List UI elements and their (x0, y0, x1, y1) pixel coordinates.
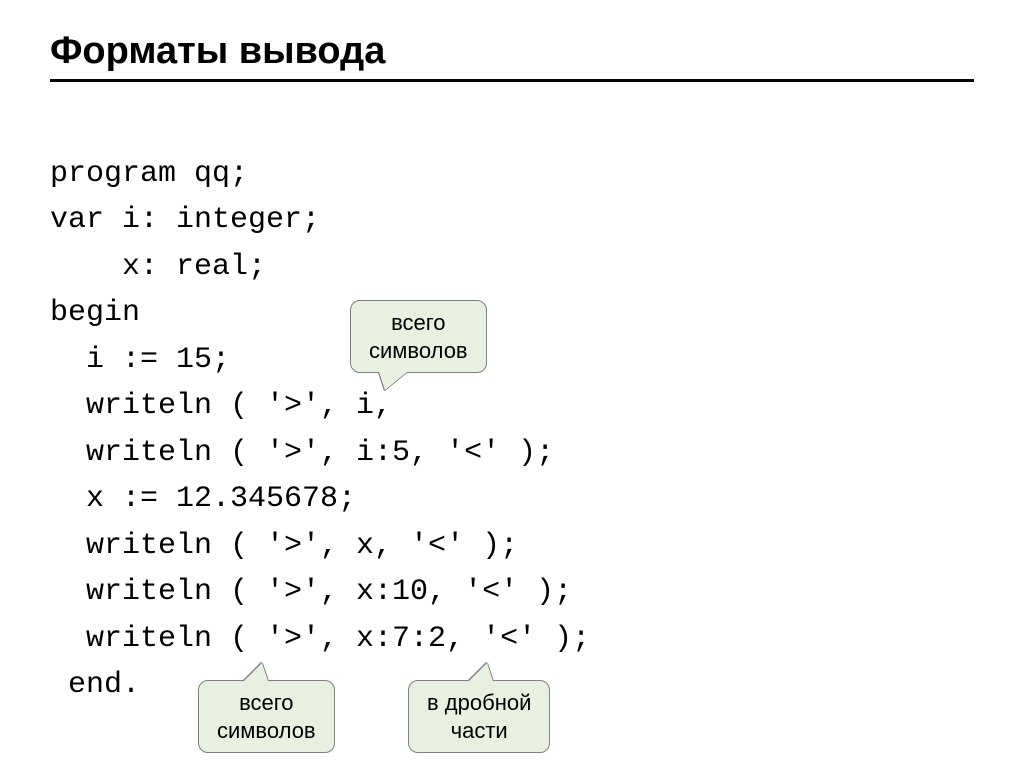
callout-tail-icon (379, 372, 407, 390)
code-line-2: var i: integer; (50, 203, 320, 237)
callout-total-chars-bottom: всего символов (198, 680, 335, 753)
callout-text: в дробной части (427, 690, 531, 743)
callout-tail-icon (244, 663, 268, 681)
callout-total-chars-top: всего символов (350, 300, 487, 373)
page-title: Форматы вывода (50, 30, 974, 73)
code-line-9: writeln ( '>', x, '<' ); (50, 529, 518, 563)
code-block: program qq; var i: integer; x: real; beg… (50, 104, 974, 755)
code-line-7: writeln ( '>', i:5, '<' ); (50, 436, 554, 470)
code-line-4: begin (50, 296, 140, 330)
code-line-3: x: real; (50, 250, 266, 284)
code-line-8: x := 12.345678; (50, 482, 356, 516)
code-line-1: program qq; (50, 157, 248, 191)
code-line-12: end. (50, 668, 140, 702)
callout-text: всего символов (217, 690, 316, 743)
title-divider (50, 79, 974, 82)
slide: Форматы вывода program qq; var i: intege… (0, 0, 1024, 767)
code-line-5: i := 15; (50, 343, 230, 377)
code-line-11: writeln ( '>', x:7:2, '<' ); (50, 622, 590, 656)
callout-fractional-part: в дробной части (408, 680, 550, 753)
code-line-10: writeln ( '>', x:10, '<' ); (50, 575, 572, 609)
callout-tail-icon (469, 663, 493, 681)
code-line-6: writeln ( '>', i, (50, 389, 392, 423)
callout-text: всего символов (369, 310, 468, 363)
